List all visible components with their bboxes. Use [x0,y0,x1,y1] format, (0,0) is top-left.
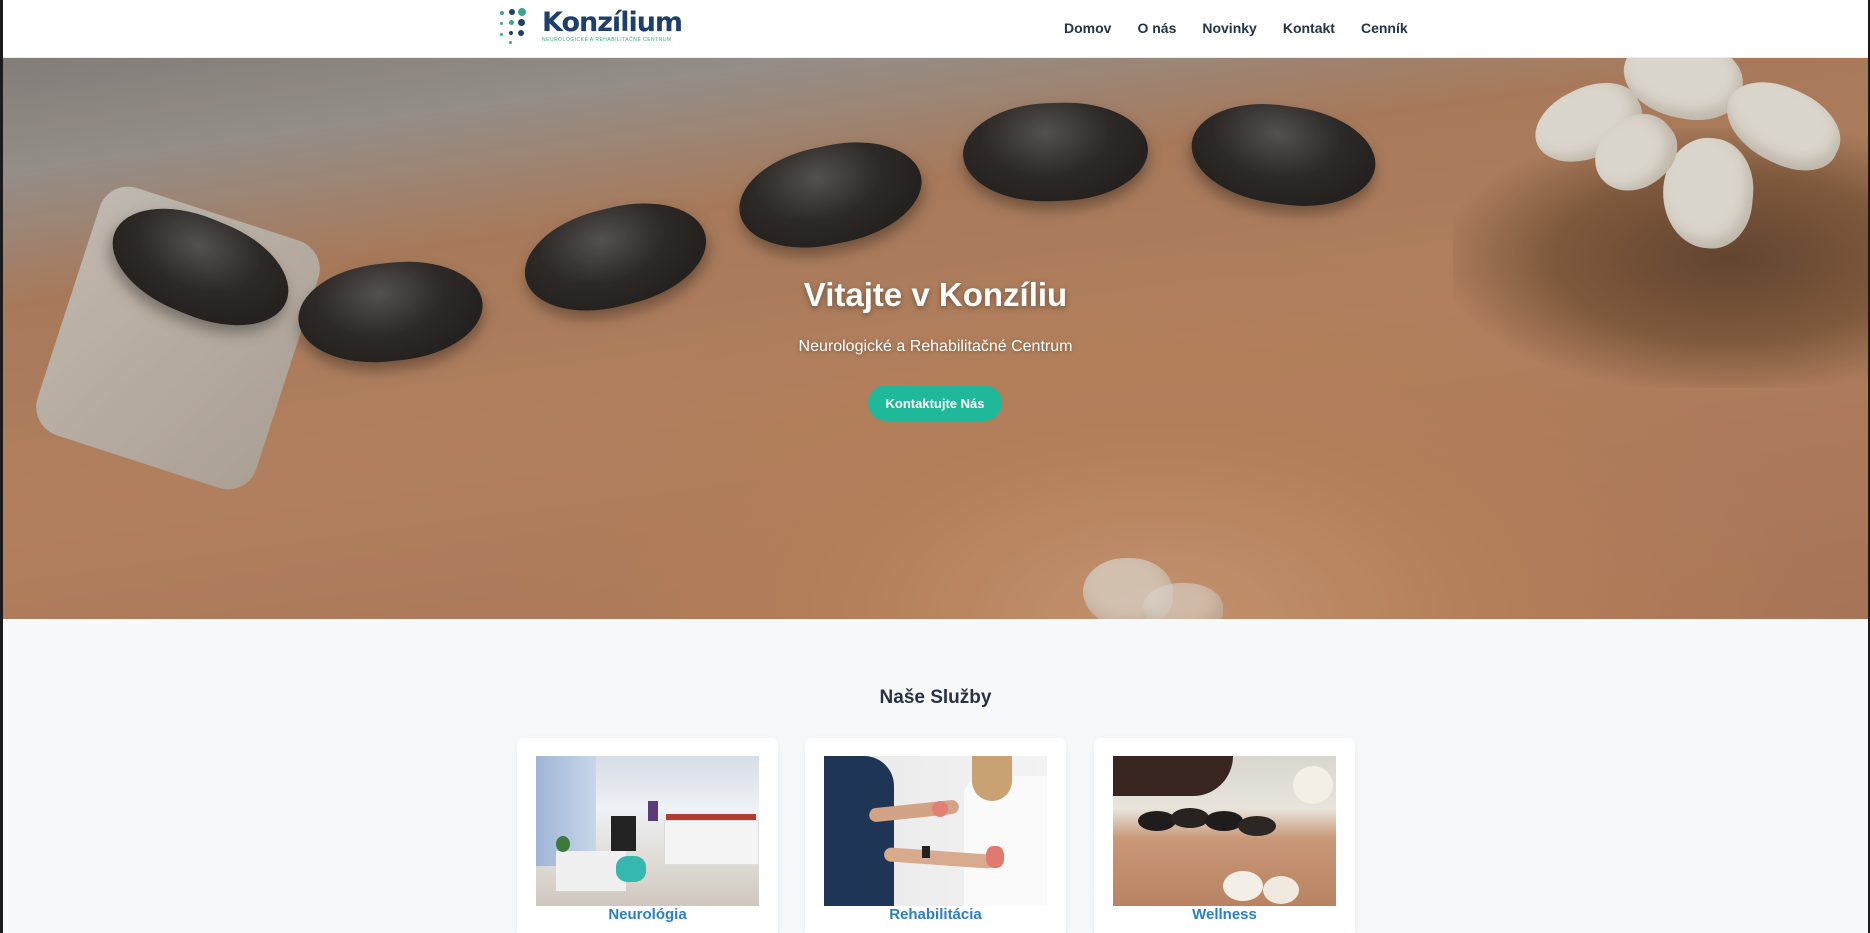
site-header: Konzílium Neurologické a rehabilitačné c… [3,0,1868,58]
nav-link-novinky[interactable]: Novinky [1202,20,1256,36]
hero-title: Vitajte v Konzíliu [803,276,1068,313]
service-card-rehabilitacia[interactable]: Rehabilitácia [805,738,1066,933]
logo-dots-icon [500,8,534,44]
hero-subtitle: Neurologické a Rehabilitačné Centrum [798,338,1073,355]
logo-tagline: Neurologické a rehabilitačné centrum [542,37,672,43]
clinic-room-image [536,756,759,906]
service-label-neurologia[interactable]: Neurológia [517,906,778,923]
service-card-neurologia[interactable]: Neurológia [517,738,778,933]
hero-content: Vitajte v Konzíliu Neurologické a Rehabi… [3,58,1868,619]
hot-stone-massage-image [1113,756,1336,906]
logo-name: Konzílium [542,7,683,38]
service-label-wellness[interactable]: Wellness [1094,906,1355,923]
contact-us-button[interactable]: Kontaktujte Nás [868,385,1002,421]
nav-link-domov[interactable]: Domov [1064,20,1111,36]
therapy-weights-image [824,756,1047,906]
nav-link-cennik[interactable]: Cenník [1361,20,1408,36]
logo[interactable]: Konzílium Neurologické a rehabilitačné c… [500,6,683,46]
page: Konzílium Neurologické a rehabilitačné c… [3,0,1868,933]
main-nav: Domov O nás Novinky Kontakt Cenník [1064,20,1434,36]
services-title: Naše Služby [879,687,992,708]
nav-link-o-nas[interactable]: O nás [1137,20,1176,36]
hero-section: Vitajte v Konzíliu Neurologické a Rehabi… [3,58,1868,619]
service-card-wellness[interactable]: Wellness [1094,738,1355,933]
service-label-rehabilitacia[interactable]: Rehabilitácia [805,906,1066,923]
nav-link-kontakt[interactable]: Kontakt [1283,20,1335,36]
